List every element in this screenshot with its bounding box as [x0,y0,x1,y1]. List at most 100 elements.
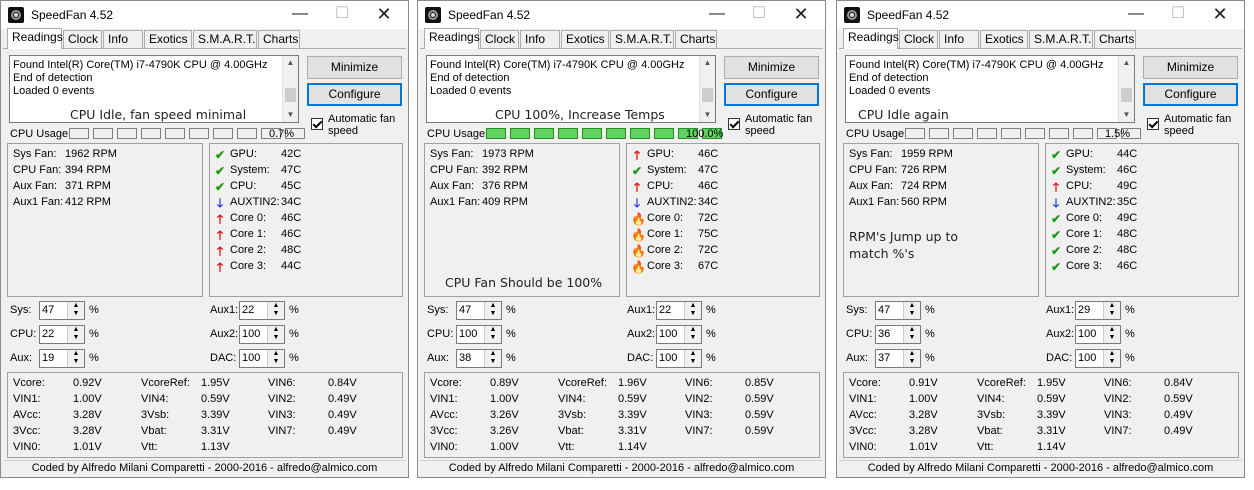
tab-smart[interactable]: S.M.A.R.T. [1029,30,1093,48]
configure-button[interactable]: Configure [307,83,402,106]
scroll-down-arrow-icon[interactable]: ▼ [283,108,298,122]
scroll-up-arrow-icon[interactable]: ▲ [1119,56,1134,70]
speed-value[interactable]: 22 [242,304,254,316]
tab-charts[interactable]: Charts [675,30,717,48]
maximize-window-button[interactable]: ☐ [322,3,362,27]
tab-info[interactable]: Info [103,30,143,48]
speed-value[interactable]: 100 [659,328,677,340]
speed-right-spinner[interactable]: 29 ▲ ▼ [1075,301,1121,320]
speed-left-spinner[interactable]: 47 ▲ ▼ [456,301,502,320]
spinner-arrows-icon[interactable]: ▲ ▼ [1103,326,1120,343]
speed-right-spinner[interactable]: 100 ▲ ▼ [239,349,285,368]
close-window-button[interactable]: ✕ [364,3,404,27]
tab-clock[interactable]: Clock [63,30,102,48]
log-scrollbar[interactable]: ▲ ▼ [699,56,715,122]
speed-left-spinner[interactable]: 19 ▲ ▼ [39,349,85,368]
scroll-up-arrow-icon[interactable]: ▲ [283,56,298,70]
tab-exotics[interactable]: Exotics [144,30,192,48]
speed-right-spinner[interactable]: 22 ▲ ▼ [239,301,285,320]
speed-left-spinner[interactable]: 37 ▲ ▼ [875,349,921,368]
scroll-thumb[interactable] [285,88,296,102]
close-window-button[interactable]: ✕ [1200,3,1240,27]
minimize-button[interactable]: Minimize [724,56,819,79]
tab-charts[interactable]: Charts [1094,30,1136,48]
speed-value[interactable]: 47 [459,304,471,316]
tab-smart[interactable]: S.M.A.R.T. [193,30,257,48]
tab-readings[interactable]: Readings [424,28,480,49]
tab-readings[interactable]: Readings [843,28,899,49]
scroll-down-arrow-icon[interactable]: ▼ [700,108,715,122]
title-bar[interactable]: SpeedFan 4.52 — ☐ ✕ [418,1,825,29]
speed-left-spinner[interactable]: 36 ▲ ▼ [875,325,921,344]
configure-button[interactable]: Configure [724,83,819,106]
speed-right-spinner[interactable]: 100 ▲ ▼ [1075,325,1121,344]
maximize-window-button[interactable]: ☐ [1158,3,1198,27]
speed-value[interactable]: 100 [459,328,477,340]
spinner-arrows-icon[interactable]: ▲ ▼ [484,326,501,343]
speed-value[interactable]: 100 [1078,328,1096,340]
automatic-fan-speed-checkbox[interactable] [1147,118,1159,130]
automatic-fan-speed-checkbox[interactable] [311,118,323,130]
detection-log[interactable]: Found Intel(R) Core(TM) i7-4790K CPU @ 4… [845,55,1135,123]
tab-readings[interactable]: Readings [7,28,63,49]
tab-clock[interactable]: Clock [480,30,519,48]
scroll-thumb[interactable] [1121,88,1132,102]
minimize-window-button[interactable]: — [280,3,320,27]
minimize-window-button[interactable]: — [697,3,737,27]
minimize-window-button[interactable]: — [1116,3,1156,27]
speed-right-spinner[interactable]: 100 ▲ ▼ [656,349,702,368]
spinner-arrows-icon[interactable]: ▲ ▼ [1103,302,1120,319]
speed-value[interactable]: 47 [42,304,54,316]
speed-value[interactable]: 38 [459,352,471,364]
close-window-button[interactable]: ✕ [781,3,821,27]
speed-value[interactable]: 22 [659,304,671,316]
spinner-arrows-icon[interactable]: ▲ ▼ [67,302,84,319]
speed-value[interactable]: 100 [659,352,677,364]
speed-left-spinner[interactable]: 47 ▲ ▼ [875,301,921,320]
speed-right-spinner[interactable]: 100 ▲ ▼ [1075,349,1121,368]
log-scrollbar[interactable]: ▲ ▼ [282,56,298,122]
scroll-thumb[interactable] [702,88,713,102]
spinner-arrows-icon[interactable]: ▲ ▼ [903,326,920,343]
speed-value[interactable]: 29 [1078,304,1090,316]
tab-exotics[interactable]: Exotics [561,30,609,48]
speed-value[interactable]: 22 [42,328,54,340]
speed-left-spinner[interactable]: 22 ▲ ▼ [39,325,85,344]
speed-left-spinner[interactable]: 38 ▲ ▼ [456,349,502,368]
detection-log[interactable]: Found Intel(R) Core(TM) i7-4790K CPU @ 4… [9,55,299,123]
speed-value[interactable]: 36 [878,328,890,340]
spinner-arrows-icon[interactable]: ▲ ▼ [1103,350,1120,367]
spinner-arrows-icon[interactable]: ▲ ▼ [67,326,84,343]
speed-value[interactable]: 37 [878,352,890,364]
tab-clock[interactable]: Clock [899,30,938,48]
log-scrollbar[interactable]: ▲ ▼ [1118,56,1134,122]
spinner-arrows-icon[interactable]: ▲ ▼ [903,302,920,319]
spinner-arrows-icon[interactable]: ▲ ▼ [684,326,701,343]
speed-left-spinner[interactable]: 100 ▲ ▼ [456,325,502,344]
spinner-arrows-icon[interactable]: ▲ ▼ [484,350,501,367]
tab-charts[interactable]: Charts [258,30,300,48]
tab-info[interactable]: Info [939,30,979,48]
title-bar[interactable]: SpeedFan 4.52 — ☐ ✕ [837,1,1244,29]
speed-value[interactable]: 100 [1078,352,1096,364]
spinner-arrows-icon[interactable]: ▲ ▼ [267,302,284,319]
spinner-arrows-icon[interactable]: ▲ ▼ [684,350,701,367]
minimize-button[interactable]: Minimize [307,56,402,79]
minimize-button[interactable]: Minimize [1143,56,1238,79]
speed-value[interactable]: 100 [242,352,260,364]
tab-smart[interactable]: S.M.A.R.T. [610,30,674,48]
detection-log[interactable]: Found Intel(R) Core(TM) i7-4790K CPU @ 4… [426,55,716,123]
title-bar[interactable]: SpeedFan 4.52 — ☐ ✕ [1,1,408,29]
spinner-arrows-icon[interactable]: ▲ ▼ [484,302,501,319]
spinner-arrows-icon[interactable]: ▲ ▼ [684,302,701,319]
tab-info[interactable]: Info [520,30,560,48]
scroll-up-arrow-icon[interactable]: ▲ [700,56,715,70]
speed-left-spinner[interactable]: 47 ▲ ▼ [39,301,85,320]
speed-right-spinner[interactable]: 22 ▲ ▼ [656,301,702,320]
speed-value[interactable]: 19 [42,352,54,364]
configure-button[interactable]: Configure [1143,83,1238,106]
spinner-arrows-icon[interactable]: ▲ ▼ [67,350,84,367]
speed-right-spinner[interactable]: 100 ▲ ▼ [656,325,702,344]
spinner-arrows-icon[interactable]: ▲ ▼ [267,326,284,343]
speed-value[interactable]: 100 [242,328,260,340]
